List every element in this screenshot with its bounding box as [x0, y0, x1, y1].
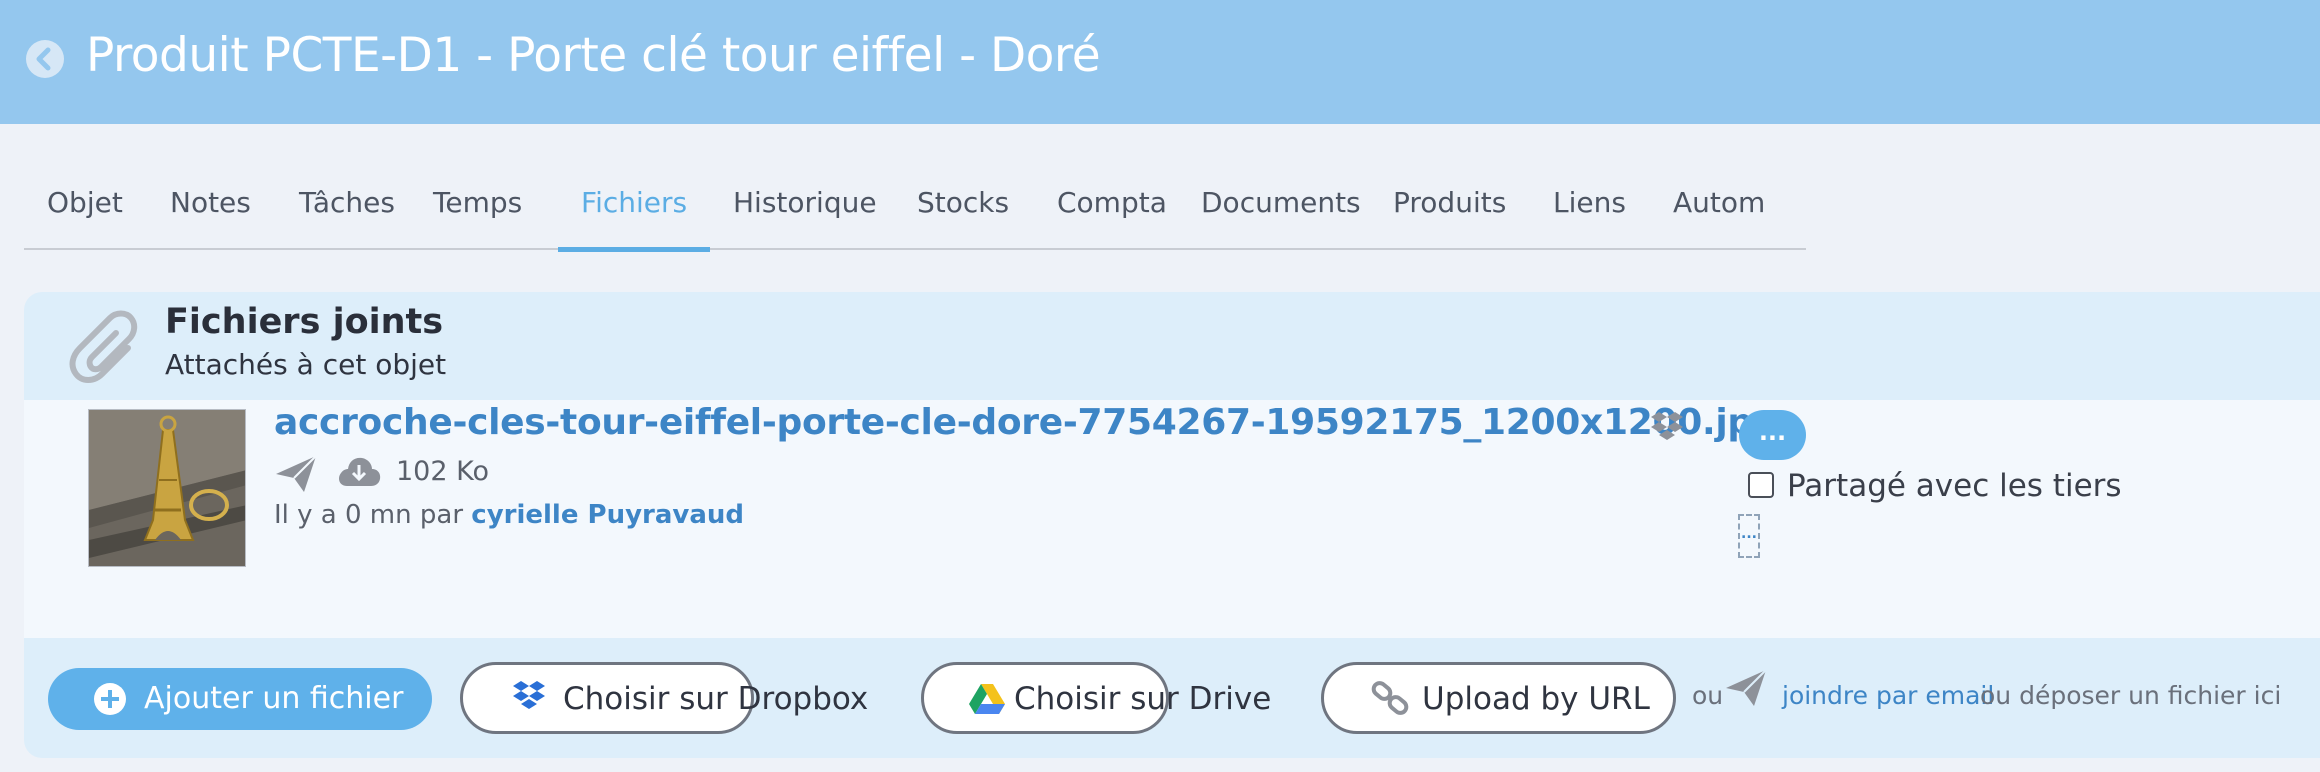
file-size: 102 Ko — [396, 456, 489, 487]
paperclip-icon — [68, 308, 148, 396]
file-meta-time: Il y a 0 mn par — [274, 500, 472, 530]
file-row: accroche-cles-tour-eiffel-porte-cle-dore… — [24, 400, 2320, 638]
tab-notes[interactable]: Notes — [147, 186, 274, 250]
panel-title: Fichiers joints — [165, 302, 444, 342]
back-arrow-icon[interactable] — [26, 40, 64, 78]
dropbox-label: Choisir sur Dropbox — [563, 681, 869, 717]
tab-produits[interactable]: Produits — [1370, 186, 1529, 250]
drive-label: Choisir sur Drive — [1014, 681, 1272, 717]
more-actions-button[interactable]: ... — [1739, 410, 1806, 460]
tab-objet[interactable]: Objet — [24, 186, 146, 250]
tab-documents[interactable]: Documents — [1178, 186, 1384, 250]
file-author-link[interactable]: cyrielle Puyravaud — [471, 500, 744, 530]
panel-subtitle: Attachés à cet objet — [165, 348, 447, 381]
cloud-download-icon[interactable] — [337, 454, 381, 492]
file-name-link[interactable]: accroche-cles-tour-eiffel-porte-cle-dore… — [274, 402, 1779, 443]
or-text: ou — [1692, 681, 1724, 710]
drop-file-hint: ou déposer un fichier ici — [1980, 681, 2282, 710]
add-file-button[interactable]: Ajouter un fichier — [48, 668, 432, 730]
share-checkbox[interactable] — [1748, 472, 1774, 498]
page-title: Produit PCTE-D1 - Porte clé tour eiffel … — [86, 28, 1101, 83]
upload-url-label: Upload by URL — [1422, 681, 1650, 717]
tab-compta[interactable]: Compta — [1034, 186, 1190, 250]
upload-url-button[interactable]: Upload by URL — [1321, 662, 1676, 734]
link-icon — [1371, 681, 1409, 715]
dropbox-button[interactable]: Choisir sur Dropbox — [460, 662, 868, 734]
attach-by-email-link[interactable]: joindre par email — [1782, 681, 1994, 710]
tab-stocks[interactable]: Stocks — [894, 186, 1032, 250]
tab-autom[interactable]: Autom — [1650, 186, 1788, 250]
page-header: Produit PCTE-D1 - Porte clé tour eiffel … — [0, 0, 2320, 124]
tab-historique[interactable]: Historique — [710, 186, 900, 250]
upload-actions: Ajouter un fichier Choisir sur Dropbox C… — [24, 638, 2320, 758]
dropbox-icon[interactable] — [1649, 410, 1685, 448]
dotted-menu-button[interactable]: ... — [1738, 514, 1760, 558]
add-file-label: Ajouter un fichier — [144, 681, 404, 716]
send-icon[interactable] — [274, 454, 318, 498]
tab-taches[interactable]: Tâches — [276, 186, 418, 250]
tab-temps[interactable]: Temps — [410, 186, 545, 250]
plus-circle-icon — [94, 683, 126, 715]
panel-header: Fichiers joints Attachés à cet objet — [24, 292, 2320, 400]
send-email-icon[interactable] — [1724, 668, 1768, 712]
drive-button[interactable]: Choisir sur Drive — [921, 662, 1271, 734]
tab-bar: Objet Notes Tâches Temps Fichiers Histor… — [24, 186, 1806, 252]
google-drive-icon — [969, 684, 1005, 714]
tab-fichiers[interactable]: Fichiers — [558, 186, 711, 252]
file-thumbnail[interactable] — [88, 409, 246, 567]
share-label: Partagé avec les tiers — [1787, 468, 2122, 504]
file-meta: Il y a 0 mn par cyrielle Puyravaud — [274, 500, 744, 530]
tab-liens[interactable]: Liens — [1530, 186, 1649, 250]
attached-files-panel: Fichiers joints Attachés à cet objet acc… — [24, 292, 2320, 758]
dropbox-logo-icon — [513, 681, 545, 709]
